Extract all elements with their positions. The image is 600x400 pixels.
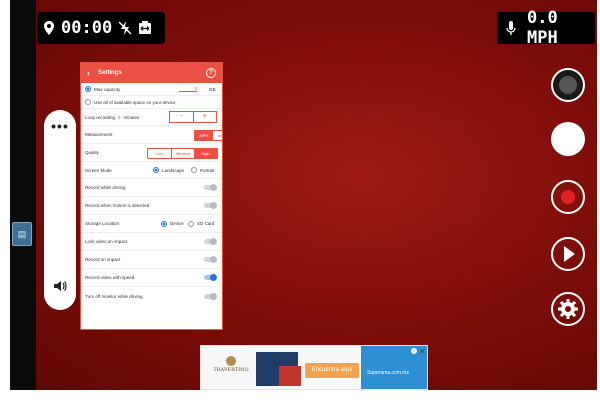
back-arrow-icon[interactable]: ‹ bbox=[87, 68, 90, 78]
ad-banner[interactable]: TRAVERTINO Encuentra aquí Superama.com.m… bbox=[200, 345, 428, 390]
measurement-label: Measurement bbox=[85, 132, 113, 137]
record-with-speed-toggle[interactable] bbox=[204, 274, 217, 281]
max-capacity-input[interactable]: 0 bbox=[179, 86, 197, 92]
record-with-speed-label: Record video with speed bbox=[85, 275, 135, 280]
quality-high-button[interactable]: High bbox=[194, 149, 217, 158]
snapshot-icon[interactable] bbox=[551, 122, 585, 156]
ad-brand-block bbox=[361, 346, 427, 389]
volume-icon[interactable] bbox=[52, 278, 68, 299]
hud-left: 00:00 bbox=[37, 12, 165, 44]
ad-brand: Superama.com.mx bbox=[367, 370, 409, 376]
sd-card-label: SD Card bbox=[197, 221, 215, 226]
settings-panel: ‹ Settings ? Max capacity 0 GB Use all o… bbox=[80, 62, 223, 330]
ad-close-icon[interactable]: ✕ bbox=[419, 347, 426, 356]
screen-mode-label: Screen Mode bbox=[85, 167, 112, 173]
decrement-button[interactable]: - bbox=[170, 112, 194, 122]
loop-recording-value: 3 bbox=[118, 114, 121, 120]
use-all-space-label: Use all of available space on your devic… bbox=[94, 99, 176, 105]
settings-title: Settings bbox=[98, 70, 122, 76]
quality-segmented: Low Medium High bbox=[147, 148, 218, 159]
landscape-label: Landscape bbox=[162, 167, 185, 173]
storage-location-label: Storage Location bbox=[85, 221, 120, 226]
sd-card-radio[interactable] bbox=[188, 220, 194, 227]
lock-video-impact-row: Lock video on impact bbox=[81, 233, 222, 251]
record-on-impact-label: Record on impact bbox=[85, 257, 121, 262]
resolution-icon[interactable] bbox=[138, 20, 152, 36]
measurement-row: Measurement MPH km/h bbox=[81, 126, 222, 144]
record-motion-toggle[interactable] bbox=[204, 202, 217, 209]
left-bar bbox=[10, 0, 36, 390]
ad-info-icon[interactable]: i bbox=[411, 348, 417, 354]
max-capacity-row[interactable]: Max capacity 0 GB bbox=[81, 83, 222, 96]
record-while-driving-label: Record while driving bbox=[85, 185, 126, 190]
landscape-radio[interactable] bbox=[153, 167, 159, 173]
record-motion-row: Record when motion is detected bbox=[81, 197, 222, 215]
turn-off-monitor-row: Turn off monitor while driving bbox=[81, 287, 222, 305]
record-with-speed-row: Record video with speed bbox=[81, 269, 222, 287]
side-control-pill: ••• bbox=[44, 110, 76, 310]
quality-low-button[interactable]: Low bbox=[148, 149, 171, 158]
storage-location-row: Storage Location Device SD Card bbox=[81, 215, 222, 233]
ad-product-image-2 bbox=[279, 366, 301, 386]
record-while-driving-row: Record while driving bbox=[81, 179, 222, 197]
camera-switch-icon[interactable] bbox=[551, 68, 585, 102]
lock-video-impact-toggle[interactable] bbox=[204, 238, 217, 245]
gear-icon[interactable] bbox=[551, 292, 585, 326]
device-option[interactable]: Device bbox=[161, 220, 184, 227]
use-all-space-radio[interactable] bbox=[85, 99, 91, 105]
landscape-option[interactable]: Landscape bbox=[153, 167, 184, 173]
measurement-segmented: MPH km/h bbox=[194, 130, 222, 141]
portrait-radio[interactable] bbox=[191, 167, 197, 173]
loop-recording-unit: minutes bbox=[123, 114, 140, 120]
recording-time: 00:00 bbox=[61, 18, 113, 38]
crest-icon bbox=[226, 356, 236, 366]
turn-off-monitor-toggle[interactable] bbox=[204, 292, 217, 300]
loop-recording-stepper: - + bbox=[169, 111, 217, 123]
settings-header: ‹ Settings ? bbox=[81, 63, 222, 83]
record-on-impact-row: Record on impact bbox=[81, 251, 222, 269]
quality-medium-button[interactable]: Medium bbox=[171, 149, 194, 158]
turn-off-monitor-label: Turn off monitor while driving bbox=[85, 293, 143, 299]
max-capacity-label: Max capacity bbox=[94, 86, 121, 92]
sd-card-option[interactable]: SD Card bbox=[188, 220, 215, 227]
loop-recording-row: Loop recording 3 minutes - + bbox=[81, 109, 222, 126]
ad-logo-text: TRAVERTINO bbox=[213, 367, 249, 373]
record-motion-label: Record when motion is detected bbox=[85, 203, 150, 208]
sd-card-icon[interactable]: ▤ bbox=[12, 222, 32, 246]
quality-label: Quality bbox=[85, 150, 100, 155]
lock-video-impact-label: Lock video on impact bbox=[85, 239, 128, 244]
help-icon[interactable]: ? bbox=[206, 68, 216, 78]
record-on-impact-toggle[interactable] bbox=[204, 256, 217, 263]
location-pin-icon bbox=[43, 20, 55, 36]
record-while-driving-toggle[interactable] bbox=[204, 184, 217, 191]
right-controls bbox=[551, 0, 591, 390]
screen-mode-row: Screen Mode Landscape Portrait bbox=[81, 162, 222, 179]
quality-row: Quality Low Medium High bbox=[81, 144, 222, 162]
loop-recording-label: Loop recording bbox=[85, 114, 116, 120]
ad-cta-button[interactable]: Encuentra aquí bbox=[305, 363, 359, 378]
more-icon[interactable]: ••• bbox=[44, 118, 76, 134]
measurement-mph-button[interactable]: MPH bbox=[195, 131, 213, 140]
max-capacity-unit: GB bbox=[209, 86, 216, 92]
use-all-space-row[interactable]: Use all of available space on your devic… bbox=[81, 96, 222, 109]
portrait-option[interactable]: Portrait bbox=[191, 167, 215, 173]
increment-button[interactable]: + bbox=[194, 112, 217, 122]
play-icon[interactable] bbox=[551, 237, 585, 271]
ad-logo: TRAVERTINO bbox=[207, 356, 255, 378]
measurement-kmh-button[interactable]: km/h bbox=[213, 131, 222, 140]
dashcam-screen: ▤ 00:00 0.0 MPH ••• ‹ Settings ? Max cap… bbox=[10, 0, 597, 390]
device-radio[interactable] bbox=[161, 220, 167, 227]
max-capacity-radio[interactable] bbox=[85, 86, 91, 92]
microphone-icon[interactable] bbox=[505, 20, 517, 36]
portrait-label: Portrait bbox=[200, 167, 215, 173]
flash-off-icon[interactable] bbox=[118, 20, 132, 36]
device-label: Device bbox=[170, 221, 184, 226]
record-icon[interactable] bbox=[551, 180, 585, 214]
